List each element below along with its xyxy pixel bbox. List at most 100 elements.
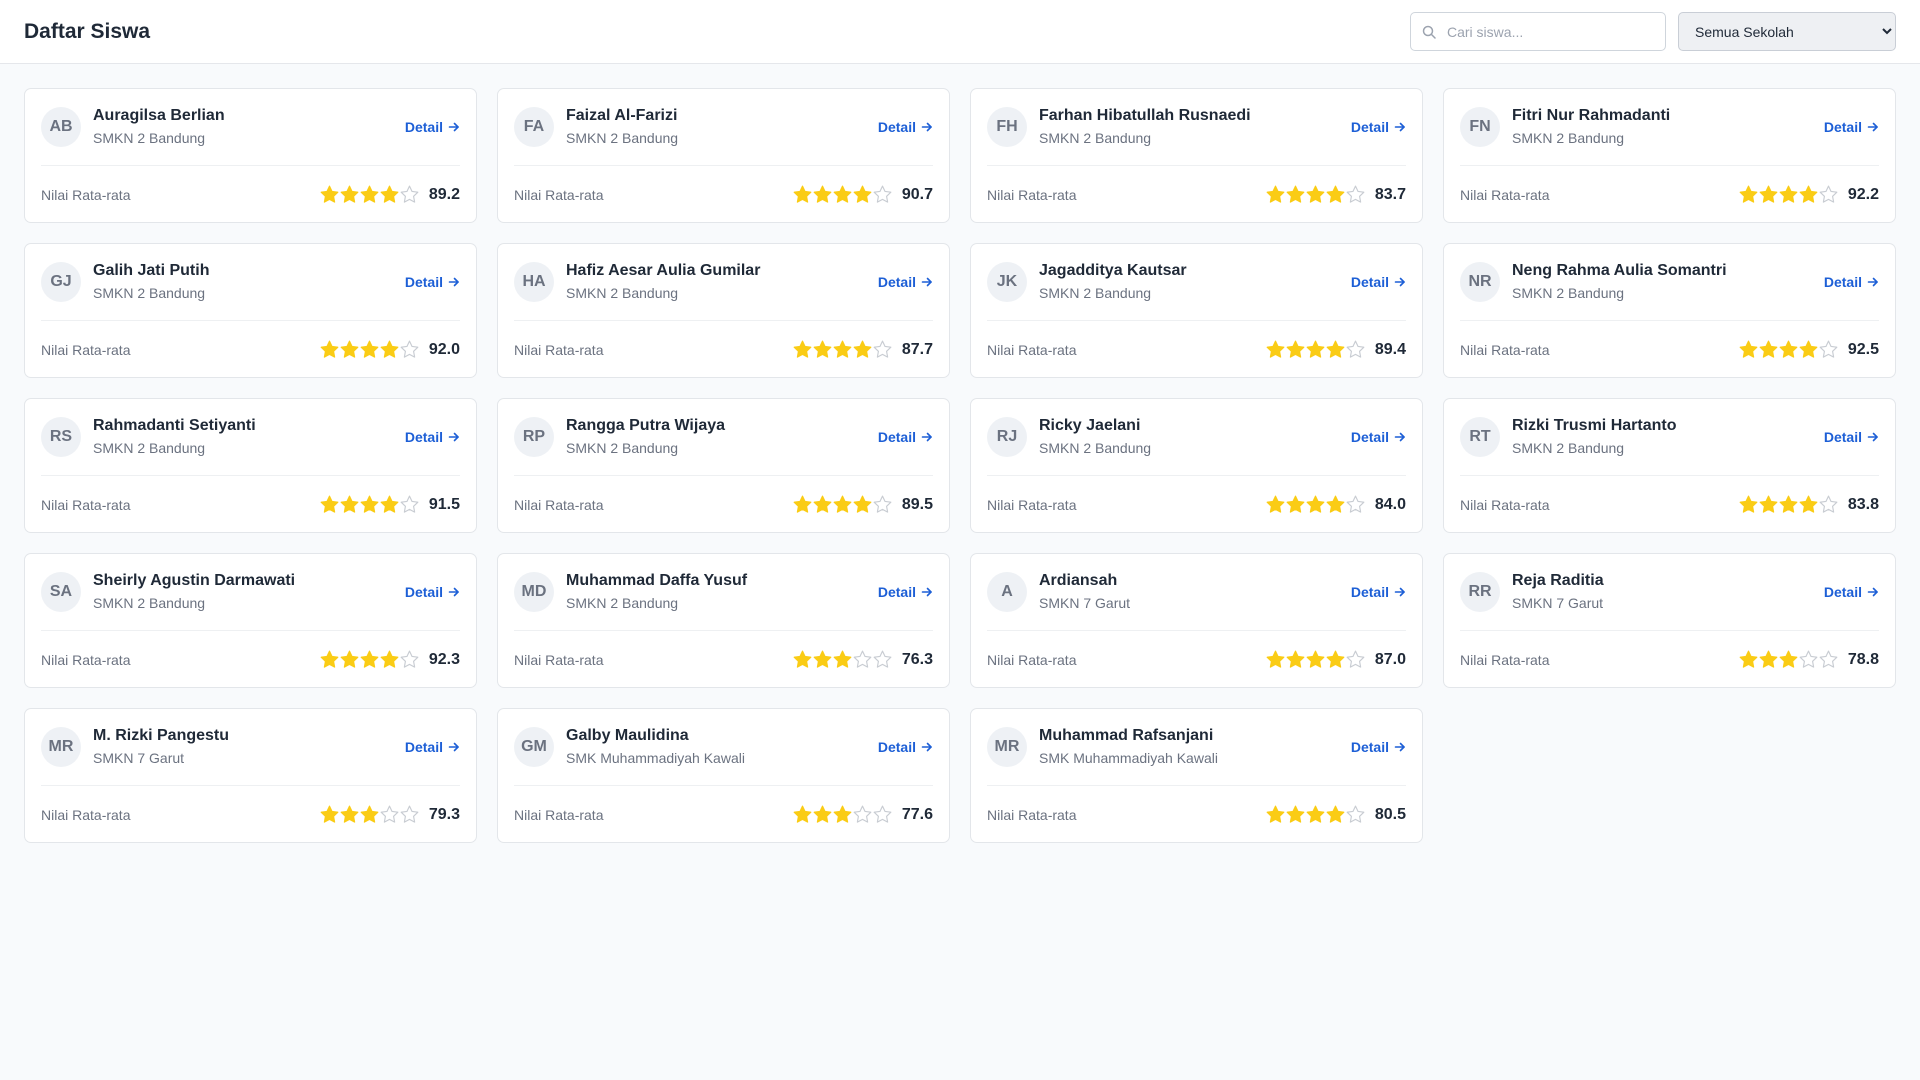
search-box	[1410, 12, 1666, 51]
detail-link[interactable]: Detail	[1351, 739, 1406, 755]
student-info: Farhan Hibatullah Rusnaedi SMKN 2 Bandun…	[1039, 105, 1351, 149]
student-school: SMKN 2 Bandung	[1039, 130, 1152, 146]
rating: 78.8	[1739, 650, 1879, 669]
star-filled-icon	[1266, 185, 1285, 203]
student-card: RS Rahmadanti Setiyanti SMKN 2 Bandung D…	[24, 398, 477, 533]
page-title: Daftar Siswa	[24, 19, 151, 43]
arrow-right-icon	[448, 742, 459, 752]
detail-link[interactable]: Detail	[1824, 119, 1879, 135]
student-info: M. Rizki Pangestu SMKN 7 Garut	[93, 725, 405, 769]
detail-link[interactable]: Detail	[405, 429, 460, 445]
student-card: HA Hafiz Aesar Aulia Gumilar SMKN 2 Band…	[497, 243, 950, 378]
average-label: Nilai Rata-rata	[987, 496, 1077, 513]
student-card: AB Auragilsa Berlian SMKN 2 Bandung Deta…	[24, 88, 477, 223]
rating: 92.2	[1739, 185, 1879, 204]
avatar: RP	[514, 417, 554, 457]
detail-link[interactable]: Detail	[405, 119, 460, 135]
star-filled-icon	[833, 495, 852, 513]
star-rating	[320, 805, 419, 824]
student-card: RJ Ricky Jaelani SMKN 2 Bandung Detail N…	[970, 398, 1423, 533]
detail-link[interactable]: Detail	[1351, 584, 1406, 600]
avatar-initials: JK	[996, 273, 1018, 290]
star-rating	[1266, 495, 1365, 514]
average-score: 83.8	[1847, 495, 1879, 513]
arrow-right-icon	[1867, 432, 1878, 442]
avatar: JK	[987, 262, 1027, 302]
detail-link[interactable]: Detail	[1824, 274, 1879, 290]
detail-label: Detail	[1350, 739, 1389, 755]
detail-link[interactable]: Detail	[878, 429, 933, 445]
detail-link[interactable]: Detail	[405, 584, 460, 600]
student-name: Farhan Hibatullah Rusnaedi	[1039, 107, 1251, 124]
card-footer: Nilai Rata-rata 92.2	[1460, 166, 1879, 223]
card-header: A Ardiansah SMKN 7 Garut Detail	[987, 554, 1406, 631]
star-empty-icon	[1819, 340, 1838, 358]
average-label: Nilai Rata-rata	[41, 341, 131, 358]
student-info: Rahmadanti Setiyanti SMKN 2 Bandung	[93, 415, 405, 459]
avatar: RS	[41, 417, 81, 457]
detail-link[interactable]: Detail	[1351, 429, 1406, 445]
detail-link[interactable]: Detail	[1824, 584, 1879, 600]
card-footer: Nilai Rata-rata 87.7	[514, 321, 933, 378]
student-school: SMKN 2 Bandung	[566, 285, 679, 301]
student-school: SMKN 2 Bandung	[1512, 440, 1625, 456]
star-filled-icon	[380, 650, 399, 668]
card-header: AB Auragilsa Berlian SMKN 2 Bandung Deta…	[41, 89, 460, 166]
student-name: Ardiansah	[1039, 572, 1118, 589]
avatar: FA	[514, 107, 554, 147]
student-info: Galih Jati Putih SMKN 2 Bandung	[93, 260, 405, 304]
detail-link[interactable]: Detail	[1351, 274, 1406, 290]
star-rating	[1739, 340, 1838, 359]
card-header: RR Reja Raditia SMKN 7 Garut Detail	[1460, 554, 1879, 631]
detail-link[interactable]: Detail	[405, 739, 460, 755]
star-empty-icon	[873, 185, 892, 203]
detail-link[interactable]: Detail	[878, 739, 933, 755]
card-header: MR M. Rizki Pangestu SMKN 7 Garut Detail	[41, 709, 460, 786]
star-filled-icon	[793, 495, 812, 513]
detail-link[interactable]: Detail	[1824, 429, 1879, 445]
avatar-initials: RT	[1469, 428, 1491, 445]
average-score: 92.5	[1847, 340, 1879, 358]
detail-link[interactable]: Detail	[878, 119, 933, 135]
student-school: SMKN 2 Bandung	[1512, 285, 1625, 301]
star-filled-icon	[340, 340, 359, 358]
detail-link[interactable]: Detail	[405, 274, 460, 290]
star-filled-icon	[1739, 650, 1758, 668]
avatar: HA	[514, 262, 554, 302]
arrow-right-icon	[921, 587, 932, 597]
card-footer: Nilai Rata-rata 83.7	[987, 166, 1406, 223]
avatar-initials: RR	[1468, 583, 1492, 600]
avatar: MR	[41, 727, 81, 767]
star-empty-icon	[380, 805, 399, 823]
arrow-right-icon	[1394, 587, 1405, 597]
card-header: RS Rahmadanti Setiyanti SMKN 2 Bandung D…	[41, 399, 460, 476]
school-filter-select[interactable]: Semua Sekolah	[1678, 12, 1896, 51]
star-filled-icon	[1266, 805, 1285, 823]
rating: 92.0	[320, 340, 460, 359]
average-score: 92.0	[428, 340, 460, 358]
star-filled-icon	[340, 185, 359, 203]
detail-label: Detail	[1350, 274, 1389, 290]
student-info: Rangga Putra Wijaya SMKN 2 Bandung	[566, 415, 878, 459]
detail-label: Detail	[877, 119, 916, 135]
arrow-right-icon	[921, 277, 932, 287]
average-label: Nilai Rata-rata	[514, 496, 604, 513]
card-header: RT Rizki Trusmi Hartanto SMKN 2 Bandung …	[1460, 399, 1879, 476]
arrow-right-icon	[448, 587, 459, 597]
detail-link[interactable]: Detail	[878, 584, 933, 600]
student-card: MR M. Rizki Pangestu SMKN 7 Garut Detail…	[24, 708, 477, 843]
star-filled-icon	[320, 805, 339, 823]
star-filled-icon	[853, 495, 872, 513]
star-rating	[1739, 495, 1838, 514]
detail-link[interactable]: Detail	[1351, 119, 1406, 135]
star-rating	[1739, 650, 1838, 669]
search-input[interactable]	[1411, 13, 1665, 50]
card-header: FN Fitri Nur Rahmadanti SMKN 2 Bandung D…	[1460, 89, 1879, 166]
student-school: SMK Muhammadiyah Kawali	[1039, 750, 1218, 766]
student-info: Muhammad Rafsanjani SMK Muhammadiyah Kaw…	[1039, 725, 1351, 769]
star-filled-icon	[320, 340, 339, 358]
detail-link[interactable]: Detail	[878, 274, 933, 290]
student-card: MR Muhammad Rafsanjani SMK Muhammadiyah …	[970, 708, 1423, 843]
student-school: SMKN 2 Bandung	[93, 285, 206, 301]
star-filled-icon	[320, 650, 339, 668]
